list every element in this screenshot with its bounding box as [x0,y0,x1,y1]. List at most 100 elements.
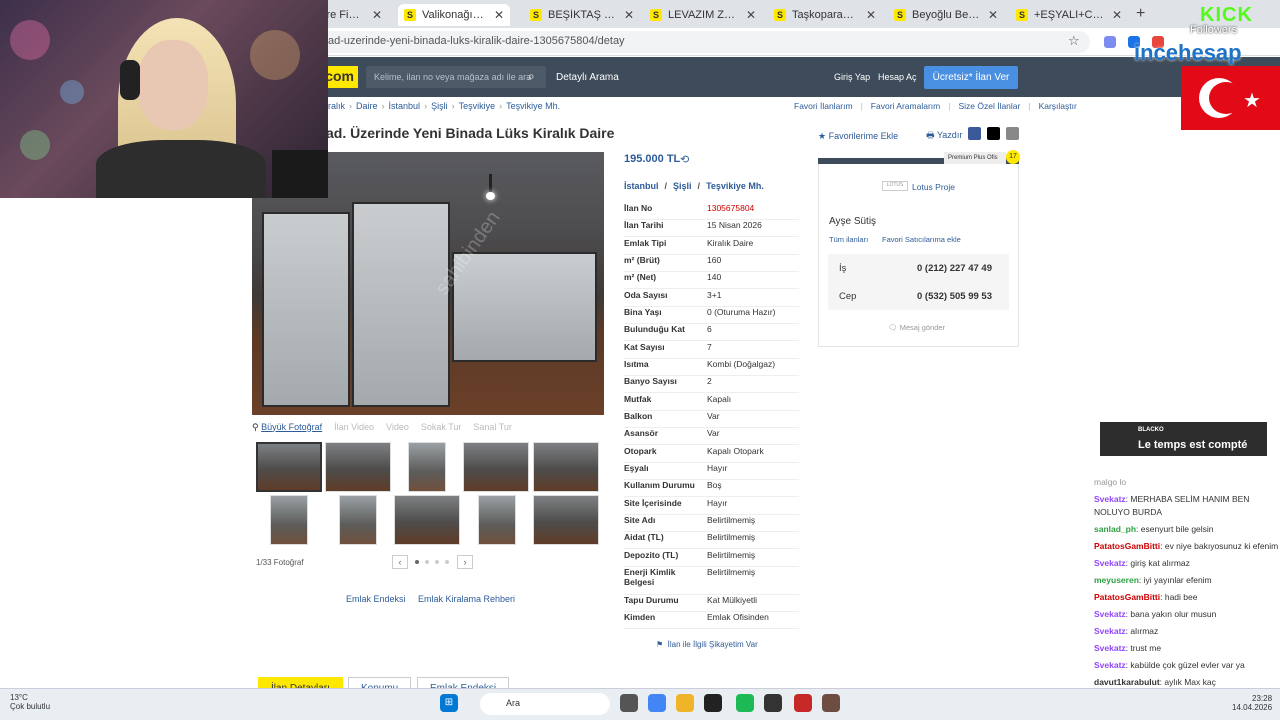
x-twitter-icon[interactable] [987,127,1000,140]
photo-thumbnail[interactable] [256,442,322,492]
detail-key: Emlak Tipi [624,238,667,248]
turkish-flag-image: ★ [1181,66,1280,130]
breadcrumb-item[interactable]: İstanbul [389,101,421,111]
phone-row[interactable]: Cep 0 (532) 505 99 53 [828,282,1009,310]
toolbar-item[interactable]: Video [386,422,409,432]
file-explorer-icon[interactable] [676,694,694,712]
weather-widget[interactable]: 13°C Çok bulutlu [10,693,50,711]
app-icon[interactable] [822,694,840,712]
new-tab-button[interactable]: + [1136,5,1145,23]
agency-name[interactable]: Lotus Proje [912,182,955,192]
close-tab-icon[interactable]: ✕ [372,8,382,22]
browser-tab[interactable]: SBeyoğlu Benesta 2+✕ [888,4,1004,26]
photo-thumbnail[interactable] [408,442,446,492]
chat-message: meyuseren: iyi yayınlar efenim [1094,574,1280,587]
photo-thumbnail[interactable] [394,495,460,545]
close-tab-icon[interactable]: ✕ [624,8,634,22]
mail-icon[interactable] [1006,127,1019,140]
chat-username: Svekatz [1094,558,1126,568]
breadcrumb-item[interactable]: Teşvikiye Mh. [506,101,560,111]
favorite-seller-link[interactable]: Favori Satıcılarıma ekle [882,235,961,244]
rental-guide-link[interactable]: Emlak Kiralama Rehberi [418,594,515,604]
photo-thumbnail[interactable] [339,495,377,545]
register-link[interactable]: Hesap Aç [878,72,917,82]
breadcrumb-item[interactable]: Şişli [431,101,448,111]
page-dot[interactable] [425,560,429,564]
browser-tab[interactable]: SBEŞİKTAŞ TÜRKALİ M✕ [524,4,640,26]
page-dot[interactable] [435,560,439,564]
send-message-link[interactable]: 🗨 Mesaj gönder [888,323,945,332]
detailed-search-link[interactable]: Detaylı Arama [556,72,619,83]
photo-thumbnail[interactable] [533,495,599,545]
browser-tab[interactable]: STaşkoparan Apartma✕ [768,4,882,26]
detail-key: Asansör [624,428,659,438]
next-page-button[interactable]: › [457,555,473,569]
chat-text: : ev niye bakıyosunuz ki efenim [1160,541,1279,551]
close-tab-icon[interactable]: ✕ [866,8,876,22]
close-tab-icon[interactable]: ✕ [1112,8,1122,22]
extension-icon[interactable] [1104,36,1116,48]
spotify-icon[interactable] [736,694,754,712]
login-link[interactable]: Giriş Yap [834,72,870,82]
browser-tab[interactable]: SLEVAZIM ZORLU YAN✕ [644,4,762,26]
app-icon[interactable] [764,694,782,712]
location-link[interactable]: Şişli [673,181,692,191]
close-tab-icon[interactable]: ✕ [746,8,756,22]
phone-row[interactable]: İş 0 (212) 227 47 49 [828,254,1009,282]
free-ad-button[interactable]: Ücretsiz* İlan Ver [924,66,1018,89]
big-photo-button[interactable]: ⚲ Büyük Fotoğraf [252,422,322,433]
location-link[interactable]: İstanbul [624,181,659,191]
windows-start-icon[interactable]: ⊞ [440,694,458,712]
toolbar-item[interactable]: Sanal Tur [473,422,512,432]
breadcrumb-separator: › [381,101,385,111]
close-tab-icon[interactable]: ✕ [494,8,504,22]
system-clock[interactable]: 23:28 14.04.2026 [1232,694,1272,712]
detail-value: 140 [707,272,722,282]
photo-thumbnail[interactable] [270,495,308,545]
emlak-endeksi-link[interactable]: Emlak Endeksi [346,594,406,604]
detail-value: Var [707,428,720,438]
detail-row: Enerji Kimlik Belgesi Belirtilmemiş [624,567,799,595]
close-tab-icon[interactable]: ✕ [988,8,998,22]
app-icon[interactable] [704,694,722,712]
price-history-icon[interactable]: ⟲ [680,153,689,166]
chrome-icon[interactable] [648,694,666,712]
facebook-icon[interactable] [968,127,981,140]
account-link[interactable]: Size Özel İlanlar [958,101,1020,111]
prev-page-button[interactable]: ‹ [392,555,408,569]
agency-logo[interactable]: LOTUS [882,181,908,191]
page-dot[interactable] [445,560,449,564]
photo-thumbnail[interactable] [463,442,529,492]
toolbar-item[interactable]: Sokak Tur [421,422,462,432]
all-ads-link[interactable]: Tüm ilanları [829,235,868,244]
bookmark-star-icon[interactable]: ☆ [1068,33,1080,49]
account-link[interactable]: Favori Aramalarım [871,101,940,111]
app-icon[interactable] [794,694,812,712]
detail-row: Aidat (TL) Belirtilmemiş [624,532,799,549]
detail-row: Emlak Tipi Kiralık Daire [624,238,799,255]
photo-thumbnail[interactable] [533,442,599,492]
photo-thumbnail[interactable] [325,442,391,492]
print-button[interactable]: 🖶 Yazdır [926,128,962,144]
account-link[interactable]: Favori İlanlarım [794,101,853,111]
search-icon[interactable]: ⌕ [528,69,535,84]
toolbar-item[interactable]: İlan Video [334,422,374,432]
page-dot[interactable] [415,560,419,564]
breadcrumb-item[interactable]: iralık [326,101,345,111]
address-bar[interactable]: ad-uzerinde-yeni-binada-luks-kiralik-dai… [318,31,1090,53]
complaint-link[interactable]: ⚑ İlan ile İlgili Şikayetim Var [656,640,758,649]
add-favorite-button[interactable]: ★ Favorilerime Ekle [818,131,898,142]
breadcrumb-item[interactable]: Teşvikiye [459,101,496,111]
browser-tab[interactable]: SValikonağı Cad. Üzeri✕ [398,4,510,26]
detail-value: Belirtilmemiş [707,550,756,560]
account-link[interactable]: Karşılaştır [1039,101,1077,111]
breadcrumb-item[interactable]: Daire [356,101,378,111]
search-input[interactable]: Kelime, ilan no veya mağaza adı ile ara [366,66,546,88]
bokeh-light [60,80,84,104]
taskbar-search[interactable]: Ara [480,693,610,715]
photo-thumbnail[interactable] [478,495,516,545]
location-link[interactable]: Teşvikiye Mh. [706,181,764,191]
browser-tab[interactable]: S+EŞYALI+CADDE ÜZE✕ [1010,4,1128,26]
task-view-icon[interactable] [620,694,638,712]
browser-tab[interactable]: Sire Fiyatları✕ [318,4,388,26]
